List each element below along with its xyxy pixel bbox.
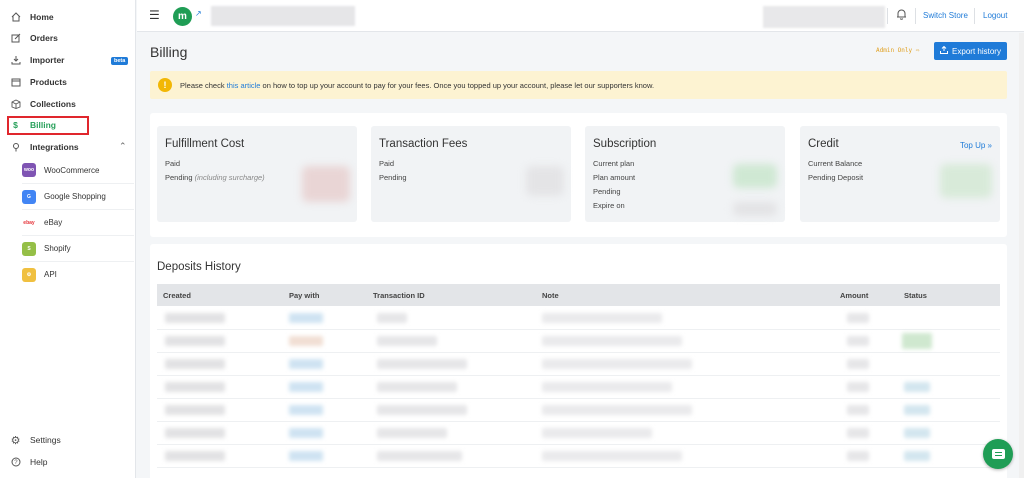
integration-google-shopping[interactable]: G Google Shopping [22, 183, 134, 209]
warning-icon: ! [158, 78, 172, 92]
topbar: ☰ m ↗ Switch Store Logout [137, 0, 1024, 32]
alert-text: Please check this article on how to top … [180, 80, 655, 90]
section-title: Deposits History [157, 261, 241, 273]
edit-icon [10, 33, 21, 44]
bell-icon[interactable] [896, 8, 907, 23]
column-header: Amount [840, 291, 869, 300]
fulfillment-cost-card: Fulfillment Cost Paid Pending (including… [157, 126, 357, 222]
logout-link[interactable]: Logout [983, 11, 1007, 20]
chevron-up-icon[interactable]: ⌃ [119, 141, 127, 152]
sidebar-item-importer[interactable]: Importer [10, 52, 64, 68]
card-title: Subscription [593, 138, 657, 150]
sidebar-item-label: Help [30, 457, 48, 467]
collection-icon [10, 99, 21, 110]
google-shopping-logo-icon: G [22, 189, 36, 204]
sidebar-item-label: Products [30, 77, 67, 87]
api-logo-icon: ⚙ [22, 267, 36, 282]
export-history-label: Export history [952, 46, 1001, 56]
store-name-redacted [211, 6, 355, 26]
active-item-highlight [7, 116, 89, 135]
sidebar-item-collections[interactable]: Collections [10, 96, 76, 112]
sidebar-item-orders[interactable]: Orders [10, 30, 58, 46]
sidebar-item-label: Collections [30, 99, 76, 109]
table-row[interactable] [157, 353, 1000, 376]
integration-woocommerce[interactable]: woo WooCommerce [22, 157, 134, 183]
shopify-logo-icon: S [22, 241, 36, 256]
home-icon [10, 12, 21, 23]
gear-icon: ⚙ [10, 434, 21, 447]
chat-icon [991, 449, 1005, 459]
switch-store-link[interactable]: Switch Store [923, 11, 968, 20]
subscription-card: Subscription Current plan Plan amount Pe… [585, 126, 785, 222]
column-header: Note [542, 291, 559, 300]
divider [974, 8, 975, 24]
sidebar-item-home[interactable]: Home [10, 9, 54, 25]
sidebar-item-label: Importer [30, 55, 65, 65]
chat-button[interactable] [983, 439, 1013, 469]
integration-shopify[interactable]: S Shopify [22, 235, 134, 261]
column-header: Pay with [289, 291, 320, 300]
scrollbar[interactable] [1019, 33, 1024, 478]
table-row[interactable] [157, 376, 1000, 399]
download-icon [10, 55, 21, 66]
export-history-button[interactable]: Export history [934, 42, 1007, 60]
redacted-values [940, 164, 992, 198]
woocommerce-logo-icon: woo [22, 163, 36, 177]
table-header: Created Pay with Transaction ID Note Amo… [157, 284, 1000, 306]
sidebar-item-integrations[interactable]: Integrations [10, 139, 79, 155]
sidebar-item-settings[interactable]: ⚙ Settings [10, 432, 61, 448]
sidebar-item-label: Integrations [30, 142, 79, 152]
redacted-values [733, 202, 777, 216]
integration-api[interactable]: ⚙ API [22, 261, 134, 287]
sidebar-item-products[interactable]: Products [10, 74, 67, 90]
sidebar-item-label: Orders [30, 33, 58, 43]
column-header: Status [904, 291, 927, 300]
sidebar-item-label: Settings [30, 435, 61, 445]
table-row[interactable] [157, 399, 1000, 422]
table-row[interactable] [157, 330, 1000, 353]
integration-label: Google Shopping [44, 192, 106, 201]
menu-icon[interactable]: ☰ [149, 8, 160, 22]
sidebar-item-label: Home [30, 12, 54, 22]
brand-logo-icon[interactable]: m [173, 7, 192, 26]
external-link-icon[interactable]: ↗ [195, 9, 202, 18]
redacted-values [733, 164, 777, 188]
table-row[interactable] [157, 422, 1000, 445]
help-icon: ? [10, 457, 21, 468]
divider [915, 8, 916, 24]
integration-label: WooCommerce [44, 165, 100, 175]
column-header: Transaction ID [373, 291, 425, 300]
admin-only-label: Admin Only ⇨ [876, 47, 920, 54]
upload-icon [940, 45, 949, 56]
pending-label: Pending [593, 187, 621, 196]
integration-label: Shopify [44, 244, 71, 253]
sidebar: Home Orders Importer beta Products Colle… [0, 0, 136, 478]
beta-badge: beta [111, 57, 129, 65]
box-icon [10, 77, 21, 88]
plug-icon [10, 142, 21, 153]
card-title: Transaction Fees [379, 138, 468, 150]
card-title: Fulfillment Cost [165, 138, 245, 150]
top-up-link[interactable]: Top Up » [960, 141, 992, 150]
article-link[interactable]: this article [227, 81, 261, 90]
integration-label: API [44, 270, 57, 279]
page-title: Billing [150, 44, 188, 60]
user-info-redacted [763, 6, 885, 28]
redacted-values [526, 166, 564, 196]
integration-ebay[interactable]: ebay eBay [22, 209, 134, 235]
table-row[interactable] [157, 445, 1000, 468]
sidebar-item-help[interactable]: ? Help [10, 454, 47, 470]
summary-cards: Fulfillment Cost Paid Pending (including… [150, 113, 1007, 237]
info-alert: ! Please check this article on how to to… [150, 71, 1007, 99]
divider [887, 8, 888, 24]
credit-card: Credit Top Up » Current Balance Pending … [800, 126, 1000, 222]
ebay-logo-icon: ebay [22, 215, 36, 230]
table-row[interactable] [157, 307, 1000, 330]
deposits-history-panel: Deposits History Created Pay with Transa… [150, 244, 1007, 478]
column-header: Created [163, 291, 191, 300]
transaction-fees-card: Transaction Fees Paid Pending [371, 126, 571, 222]
redacted-values [302, 166, 350, 202]
integration-label: eBay [44, 218, 63, 227]
